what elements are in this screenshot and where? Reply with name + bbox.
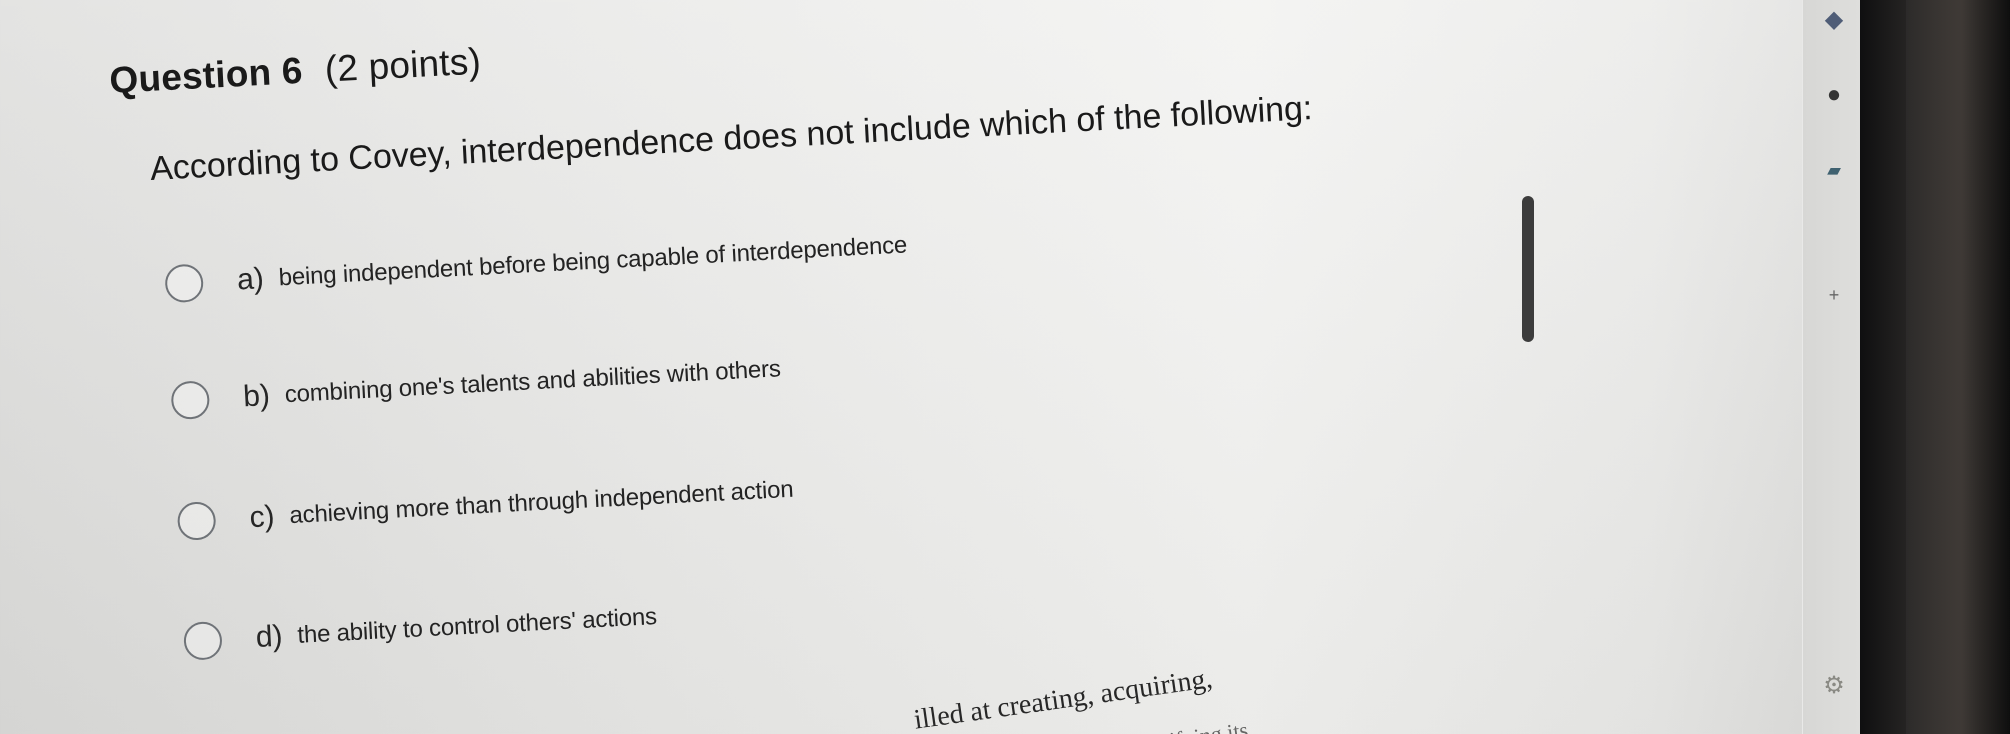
- radio-button-a[interactable]: [164, 263, 205, 304]
- background-page-text-lower: ifying its: [1168, 717, 1250, 734]
- question-prompt: According to Covey, interdependence does…: [149, 89, 1314, 188]
- option-letter-b: b): [242, 379, 271, 414]
- device-frame-edge: [1860, 0, 2010, 734]
- quiz-question-panel: Question 6 (2 points) According to Covey…: [108, 0, 1360, 701]
- option-text-c: achieving more than through independent …: [288, 475, 795, 530]
- blue-app-icon[interactable]: ◆: [1825, 8, 1843, 32]
- answer-option-b[interactable]: b) combining one's talents and abilities…: [170, 344, 782, 426]
- right-toolbar: [1802, 0, 1861, 734]
- red-app-icon[interactable]: ●: [1827, 83, 1842, 107]
- option-letter-c: c): [248, 499, 276, 535]
- answer-option-d[interactable]: d) the ability to control others' action…: [182, 592, 658, 667]
- scrollbar-thumb[interactable]: [1522, 196, 1534, 342]
- answer-option-a[interactable]: a) being independent before being capabl…: [164, 220, 908, 309]
- option-text-a: being independent before being capable o…: [278, 231, 908, 292]
- background-page-text: illed at creating, acquiring,: [912, 663, 1215, 734]
- question-points: (2 points): [323, 40, 482, 90]
- small-app-icon[interactable]: ▰: [1827, 161, 1841, 179]
- option-text-d: the ability to control others' actions: [296, 603, 658, 649]
- option-letter-a: a): [236, 262, 265, 297]
- question-heading: Question 6 (2 points): [108, 41, 482, 102]
- question-number: Question 6: [108, 49, 304, 101]
- option-letter-d: d): [254, 619, 284, 655]
- plus-icon[interactable]: +: [1829, 286, 1840, 304]
- radio-button-c[interactable]: [176, 501, 217, 541]
- browser-content-area: Question 6 (2 points) According to Covey…: [0, 0, 1860, 734]
- answer-option-c[interactable]: c) achieving more than through independe…: [176, 465, 794, 547]
- radio-button-b[interactable]: [170, 380, 211, 421]
- option-text-b: combining one's talents and abilities wi…: [284, 355, 782, 409]
- radio-button-d[interactable]: [182, 620, 223, 661]
- gear-icon[interactable]: ⚙: [1823, 674, 1845, 698]
